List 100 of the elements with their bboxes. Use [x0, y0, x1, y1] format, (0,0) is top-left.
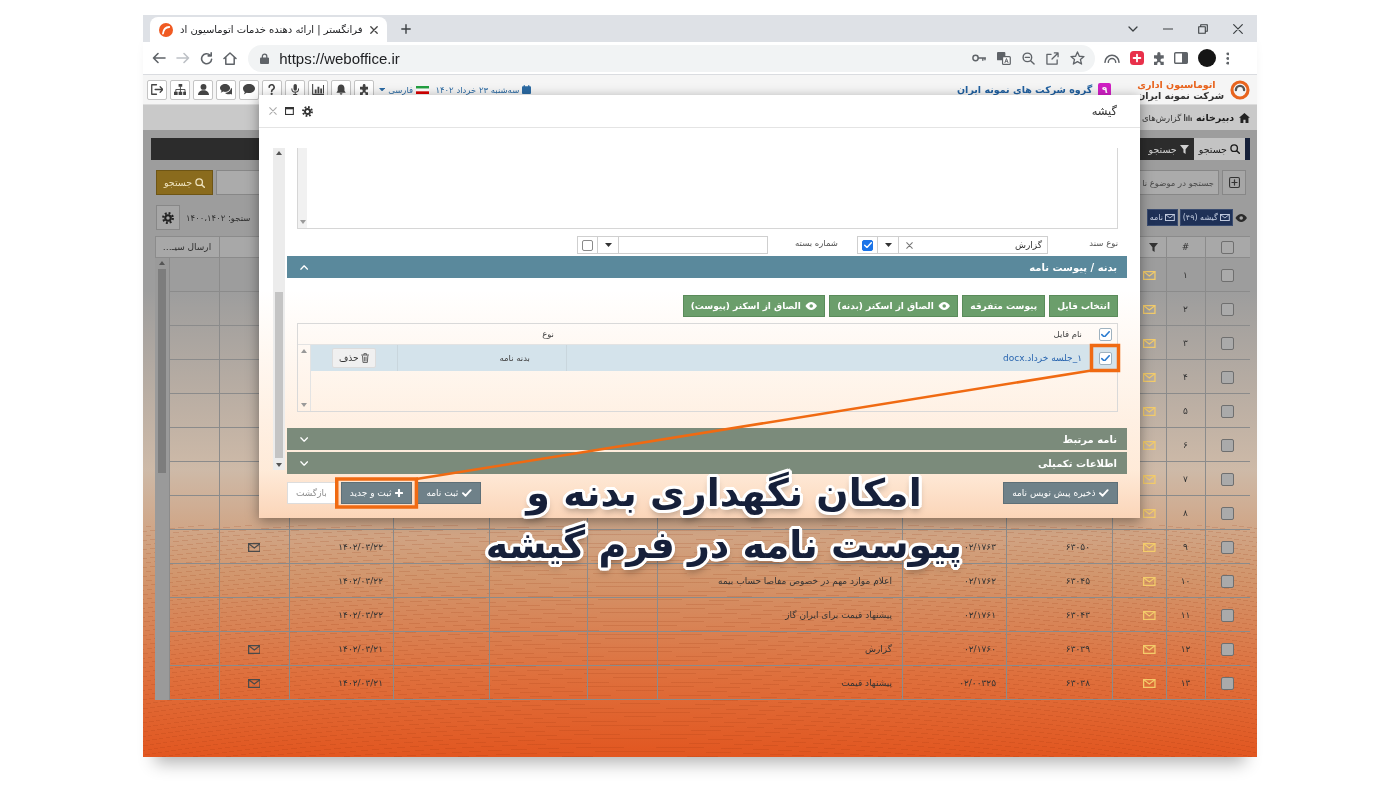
combo-box[interactable]: گزارش — [857, 236, 1048, 254]
checkbox[interactable] — [1221, 574, 1234, 588]
plus-square-icon — [1228, 177, 1240, 188]
section-header[interactable]: نامه مرتبط — [287, 428, 1127, 450]
button[interactable]: بازگشت — [287, 482, 336, 504]
menu-item[interactable]: دبیرخانه — [1196, 112, 1250, 123]
scrollbar[interactable] — [298, 148, 307, 228]
address-bar[interactable]: https://weboffice.ir — [248, 44, 1095, 72]
button[interactable]: پیوست متفرقه — [962, 295, 1046, 317]
check-icon — [462, 489, 472, 497]
language-selector[interactable]: فارسی — [379, 84, 430, 95]
toolbar-button[interactable] — [239, 79, 259, 100]
eye-icon[interactable] — [1234, 213, 1247, 222]
up-arrow-icon — [159, 261, 165, 265]
checkbox[interactable] — [1098, 351, 1112, 365]
checkbox[interactable] — [1221, 268, 1234, 282]
checkbox[interactable] — [862, 239, 873, 251]
home-icon[interactable] — [223, 51, 237, 65]
restore-icon[interactable] — [1198, 23, 1208, 34]
toolbar-button[interactable] — [170, 79, 190, 100]
arcs-icon[interactable] — [1104, 53, 1120, 63]
table-cell: ۶۳۰۴۵ — [1065, 576, 1090, 586]
chat-icon — [219, 84, 233, 95]
key-icon[interactable] — [971, 54, 987, 62]
plus-square-icon[interactable] — [1130, 51, 1144, 65]
folder-badge[interactable]: نامه — [1146, 209, 1178, 226]
envelope-icon — [1143, 270, 1156, 280]
avatar-icon[interactable] — [1197, 49, 1216, 67]
button[interactable]: الصاق از اسکنر (پیوست) — [682, 295, 826, 317]
button[interactable]: ذخیره پیش نویس نامه — [1003, 482, 1118, 504]
table-cell: ۰۲/۱۷۶۰ — [963, 644, 996, 654]
table-cell: ۱۱ — [1180, 610, 1191, 620]
button[interactable]: الصاق از اسکنر (بدنه) — [829, 295, 959, 317]
check-icon — [1099, 489, 1109, 497]
search-icon — [1230, 144, 1240, 154]
gear-icon[interactable] — [301, 105, 313, 117]
caret-icon — [604, 243, 612, 247]
help-icon — [268, 84, 276, 95]
tab[interactable]: جستجو — [1193, 138, 1245, 160]
browser-tab[interactable]: فرانگستر | ارائه دهنده خدمات اتوماسیون اد — [150, 17, 387, 42]
checkbox[interactable] — [1221, 472, 1234, 486]
chevron-down-icon — [300, 460, 309, 466]
close-icon[interactable] — [1233, 23, 1243, 34]
button[interactable]: ثبت و جدید — [340, 482, 413, 504]
button[interactable]: انتخاب فایل — [1049, 295, 1118, 317]
translate-icon[interactable] — [997, 51, 1012, 65]
puzzle-icon[interactable] — [1154, 51, 1164, 65]
reload-icon[interactable] — [200, 51, 213, 65]
settings-button[interactable] — [156, 205, 180, 230]
icon-button[interactable] — [1222, 170, 1246, 195]
tab[interactable]: جستجو — [1143, 138, 1194, 160]
checkbox[interactable] — [1221, 336, 1234, 350]
menu-item[interactable]: گزارش‌های — [1141, 112, 1193, 123]
window-icon[interactable] — [285, 107, 294, 115]
company-name[interactable]: گروه شرکت های نمونه ایران — [957, 84, 1093, 95]
column-header: نوع — [541, 329, 555, 339]
checkbox[interactable] — [1221, 506, 1234, 520]
home-icon — [1239, 112, 1250, 123]
share-icon[interactable] — [1046, 51, 1060, 65]
checkbox[interactable] — [1221, 642, 1234, 656]
caret-icon — [884, 243, 892, 247]
checkbox[interactable] — [1221, 404, 1234, 418]
toolbar-button[interactable] — [216, 79, 236, 100]
envelope-icon — [1143, 508, 1156, 518]
table-cell: ۰۲/۰۰۳۲۵ — [959, 678, 996, 688]
clear-icon[interactable] — [906, 241, 913, 249]
scrollbar[interactable] — [155, 258, 169, 700]
checkbox[interactable] — [1221, 370, 1234, 384]
button[interactable]: ثبت نامه — [417, 482, 481, 504]
envelope-icon — [1143, 406, 1156, 416]
checkbox[interactable] — [1221, 608, 1234, 622]
back-icon[interactable] — [152, 52, 166, 64]
checkbox[interactable] — [1098, 327, 1112, 341]
zoom-out-icon[interactable] — [1022, 51, 1036, 65]
scrollbar[interactable] — [273, 148, 285, 470]
close-icon[interactable] — [369, 25, 378, 34]
chevron-down-icon[interactable] — [1128, 25, 1138, 32]
file-link[interactable]: ۱_جلسه خرداد.docx — [1003, 353, 1082, 363]
table-cell: ۹ — [1183, 542, 1188, 552]
search-button[interactable]: جستجو — [156, 170, 213, 195]
checkbox[interactable] — [1221, 302, 1234, 316]
toolbar-button[interactable] — [147, 79, 167, 100]
section-header[interactable]: بدنه / پیوست نامه — [287, 256, 1127, 278]
star-icon[interactable] — [1070, 51, 1085, 65]
delete-button[interactable]: حذف — [332, 348, 376, 368]
checkbox[interactable] — [1221, 438, 1234, 452]
menu-icon[interactable] — [1225, 51, 1230, 65]
checkbox[interactable] — [1221, 540, 1234, 554]
filter-summary: ستجو: ۱۴۰۰،۱۴۰۲ — [186, 212, 251, 223]
toolbar-button[interactable] — [193, 79, 213, 100]
down-arrow-icon — [299, 220, 306, 224]
plus-icon[interactable] — [400, 24, 411, 34]
sidebar-icon[interactable] — [1173, 52, 1188, 64]
checkbox[interactable] — [1221, 240, 1234, 254]
table-cell: ۷ — [1183, 474, 1188, 484]
folder-badge[interactable]: گیشه (۴۹) — [1179, 209, 1233, 226]
checkbox[interactable] — [1221, 676, 1234, 690]
checkbox[interactable] — [582, 239, 593, 251]
table-cell: ۶۳۰۴۳ — [1065, 610, 1090, 620]
table-cell: ۰۲/۱۷۶۳ — [963, 542, 996, 552]
